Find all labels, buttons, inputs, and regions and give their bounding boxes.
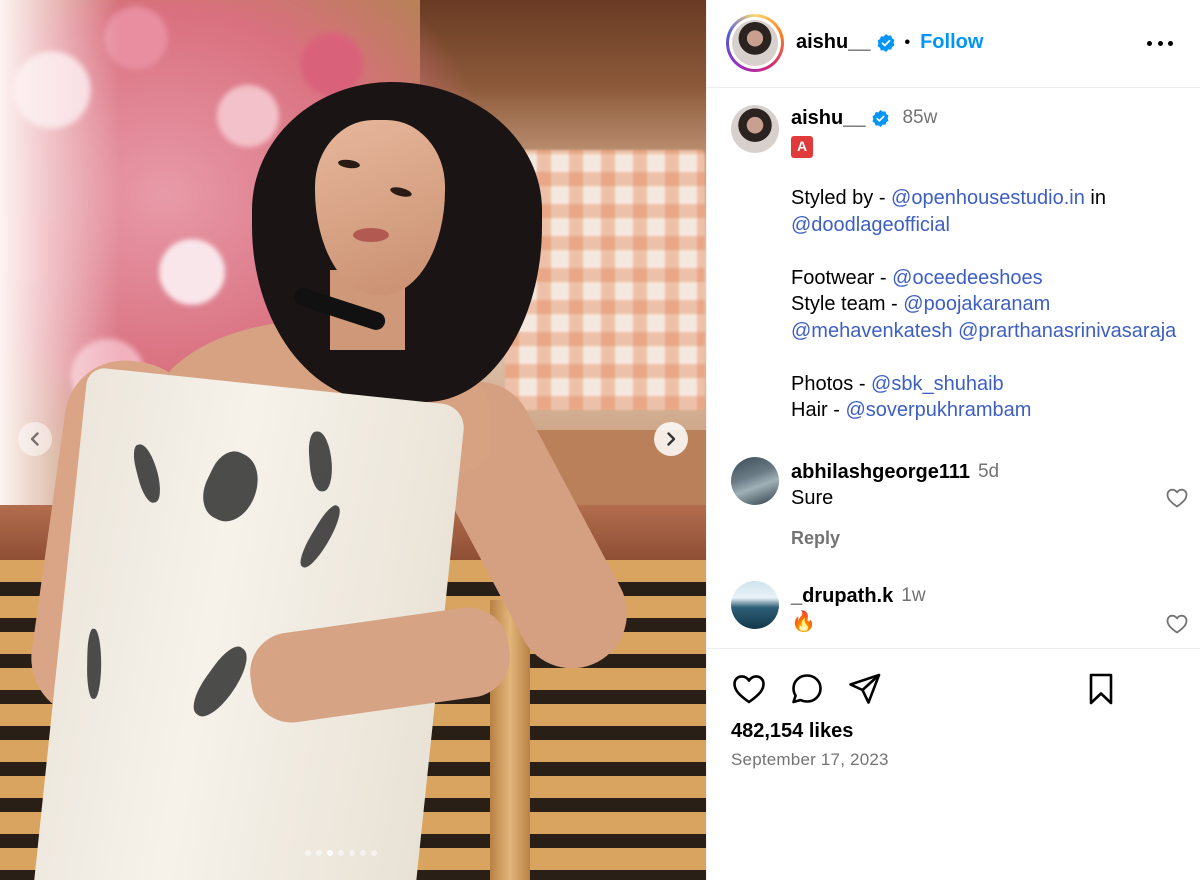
more-options-icon[interactable] [1147,32,1173,54]
caption-line-style-team-cont: @mehavenkatesh @prarthanasrinivasaraja [791,318,1191,345]
post-details-panel: aishu__ • Follow aishu__ 85w A Styled by… [706,0,1200,880]
post-actions: 482,154 likes September 17, 2023 [707,648,1200,880]
comment-body: _drupath.k 1w 🔥 [791,583,1151,635]
heart-icon[interactable] [1165,612,1189,636]
dress-print [130,441,165,505]
verified-badge-icon [873,109,889,127]
carousel-dot [360,850,366,856]
comment-author-avatar[interactable] [731,457,779,505]
caption-author-avatar[interactable] [731,105,779,153]
letter-a-badge-icon: A [791,135,813,158]
caption-line-hair: Hair - @soverpukhrambam [791,399,1032,422]
mention-link[interactable]: @openhousestudio.in [891,187,1085,209]
dress-print [307,430,334,493]
carousel-dot [338,850,344,856]
caption-line-style-team: Style team - @poojakaranam [791,293,1051,316]
dress-print [185,640,257,724]
mention-link[interactable]: @mehavenkatesh [791,320,953,342]
photo-person [0,0,706,880]
comment-author-username[interactable]: _drupath.k [791,583,893,609]
comment-body: abhilashgeorge111 5d Sure Reply [791,459,1151,551]
comments-scroll-area[interactable]: aishu__ 85w A Styled by - @openhousestud… [707,89,1200,647]
follow-button[interactable]: Follow [920,31,983,54]
mention-link[interactable]: @oceedeeshoes [892,267,1042,289]
comment-text: 🔥 [791,611,816,633]
mention-link[interactable]: @prarthanasrinivasaraja [958,320,1176,342]
author-avatar-story-ring[interactable] [726,14,784,72]
dress-print [86,628,102,699]
carousel-dot [327,850,333,856]
likes-count[interactable]: 482,154 likes [731,720,853,743]
carousel-dot [349,850,355,856]
carousel-indicator [305,850,377,856]
post-photo [0,0,706,880]
bookmark-icon[interactable] [1083,671,1119,707]
caption-line-footwear: Footwear - @oceedeeshoes [791,266,1043,289]
mention-link[interactable]: @doodlageofficial [791,214,950,236]
comment-timestamp[interactable]: 5d [978,459,999,485]
dress-print [294,502,347,572]
caption-line-styled-by: Styled by - @openhousestudio.in in [791,187,1106,210]
carousel-prev-button[interactable] [18,422,52,456]
carousel-dot [316,850,322,856]
carousel-dot [371,850,377,856]
dress-print [193,444,270,530]
author-avatar [732,20,778,66]
reply-button[interactable]: Reply [791,525,1151,551]
mention-link[interactable]: @poojakaranam [903,293,1050,315]
caption-timestamp[interactable]: 85w [902,105,937,132]
comment-bubble-icon[interactable] [789,671,825,707]
caption-header: aishu__ 85w [791,105,1191,132]
carousel-next-button[interactable] [654,422,688,456]
heart-icon[interactable] [1165,486,1189,510]
comment-text: Sure [791,487,834,509]
caption-line-photos: Photos - @sbk_shuhaib [791,372,1004,395]
carousel-dot [305,850,311,856]
photo-lips [353,228,389,242]
mention-link[interactable]: @sbk_shuhaib [871,373,1004,395]
post-date[interactable]: September 17, 2023 [731,750,889,770]
separator-dot: • [904,33,911,51]
post-media[interactable] [0,0,706,880]
comment-author-username[interactable]: abhilashgeorge111 [791,459,970,485]
post-header-user: aishu__ • Follow [796,31,983,54]
verified-badge-icon [878,33,895,52]
mention-link[interactable]: @soverpukhrambam [845,399,1031,421]
caption-author-username[interactable]: aishu__ [791,105,865,132]
author-username[interactable]: aishu__ [796,31,870,54]
comment-author-avatar[interactable] [731,581,779,629]
post-header: aishu__ • Follow [707,0,1200,88]
chevron-left-icon [30,432,39,446]
chevron-right-icon [667,432,676,446]
heart-icon[interactable] [731,671,767,707]
caption-body: aishu__ 85w A Styled by - @openhousestud… [791,105,1191,424]
paper-plane-icon[interactable] [847,671,883,707]
comment-timestamp[interactable]: 1w [901,583,925,609]
